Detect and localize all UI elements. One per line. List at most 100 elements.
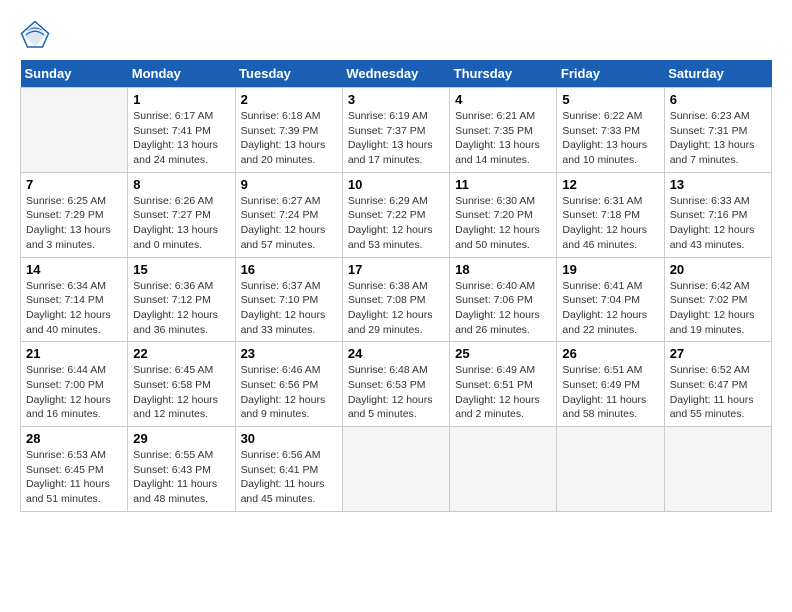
day-number: 8 xyxy=(133,177,229,192)
day-cell: 25 Sunrise: 6:49 AMSunset: 6:51 PMDayligh… xyxy=(450,342,557,427)
day-number: 30 xyxy=(241,431,337,446)
day-number: 14 xyxy=(26,262,122,277)
day-info: Sunrise: 6:40 AMSunset: 7:06 PMDaylight:… xyxy=(455,279,551,338)
day-info: Sunrise: 6:52 AMSunset: 6:47 PMDaylight:… xyxy=(670,363,766,422)
week-row-4: 21Sunrise: 6:44 AMSunset: 7:00 PMDayligh… xyxy=(21,342,772,427)
day-info: Sunrise: 6:44 AMSunset: 7:00 PMDaylight:… xyxy=(26,363,122,422)
day-number: 23 xyxy=(241,346,337,361)
day-cell xyxy=(557,427,664,512)
header-thursday: Thursday xyxy=(450,60,557,88)
day-cell: 3 Sunrise: 6:19 AMSunset: 7:37 PMDaylight… xyxy=(342,88,449,173)
day-info: Sunrise: 6:37 AMSunset: 7:10 PMDaylight:… xyxy=(241,279,337,338)
day-info: Sunrise: 6:21 AMSunset: 7:35 PMDaylight:… xyxy=(455,109,551,168)
day-cell: 14 Sunrise: 6:34 AMSunset: 7:14 PMDayligh… xyxy=(21,257,128,342)
day-info: Sunrise: 6:41 AMSunset: 7:04 PMDaylight:… xyxy=(562,279,658,338)
week-row-5: 28 Sunrise: 6:53 AMSunset: 6:45 PMDayligh… xyxy=(21,427,772,512)
logo xyxy=(20,20,55,50)
day-cell xyxy=(450,427,557,512)
day-number: 25 xyxy=(455,346,551,361)
day-cell xyxy=(342,427,449,512)
day-info: Sunrise: 6:38 AMSunset: 7:08 PMDaylight:… xyxy=(348,279,444,338)
day-cell: 23 Sunrise: 6:46 AMSunset: 6:56 PMDayligh… xyxy=(235,342,342,427)
day-number: 22 xyxy=(133,346,229,361)
day-info: Sunrise: 6:36 AMSunset: 7:12 PMDaylight:… xyxy=(133,279,229,338)
day-cell: 13Sunrise: 6:33 AMSunset: 7:16 PMDayligh… xyxy=(664,172,771,257)
day-cell: 19 Sunrise: 6:41 AMSunset: 7:04 PMDayligh… xyxy=(557,257,664,342)
day-cell xyxy=(21,88,128,173)
day-number: 2 xyxy=(241,92,337,107)
logo-icon xyxy=(20,20,50,50)
day-number: 1 xyxy=(133,92,229,107)
day-info: Sunrise: 6:46 AMSunset: 6:56 PMDaylight:… xyxy=(241,363,337,422)
week-row-1: 1 Sunrise: 6:17 AMSunset: 7:41 PMDaylight… xyxy=(21,88,772,173)
day-info: Sunrise: 6:49 AMSunset: 6:51 PMDaylight:… xyxy=(455,363,551,422)
day-cell: 30 Sunrise: 6:56 AMSunset: 6:41 PMDayligh… xyxy=(235,427,342,512)
day-info: Sunrise: 6:30 AMSunset: 7:20 PMDaylight:… xyxy=(455,194,551,253)
day-info: Sunrise: 6:23 AMSunset: 7:31 PMDaylight:… xyxy=(670,109,766,168)
day-info: Sunrise: 6:18 AMSunset: 7:39 PMDaylight:… xyxy=(241,109,337,168)
day-number: 12 xyxy=(562,177,658,192)
day-cell: 21Sunrise: 6:44 AMSunset: 7:00 PMDayligh… xyxy=(21,342,128,427)
day-number: 4 xyxy=(455,92,551,107)
day-info: Sunrise: 6:48 AMSunset: 6:53 PMDaylight:… xyxy=(348,363,444,422)
day-info: Sunrise: 6:17 AMSunset: 7:41 PMDaylight:… xyxy=(133,109,229,168)
day-cell: 27 Sunrise: 6:52 AMSunset: 6:47 PMDayligh… xyxy=(664,342,771,427)
day-number: 10 xyxy=(348,177,444,192)
day-info: Sunrise: 6:29 AMSunset: 7:22 PMDaylight:… xyxy=(348,194,444,253)
day-cell: 7 Sunrise: 6:25 AMSunset: 7:29 PMDaylight… xyxy=(21,172,128,257)
day-number: 19 xyxy=(562,262,658,277)
day-number: 17 xyxy=(348,262,444,277)
day-cell: 11 Sunrise: 6:30 AMSunset: 7:20 PMDayligh… xyxy=(450,172,557,257)
day-number: 28 xyxy=(26,431,122,446)
day-cell: 24 Sunrise: 6:48 AMSunset: 6:53 PMDayligh… xyxy=(342,342,449,427)
day-cell: 17 Sunrise: 6:38 AMSunset: 7:08 PMDayligh… xyxy=(342,257,449,342)
day-info: Sunrise: 6:45 AMSunset: 6:58 PMDaylight:… xyxy=(133,363,229,422)
day-cell: 28 Sunrise: 6:53 AMSunset: 6:45 PMDayligh… xyxy=(21,427,128,512)
day-info: Sunrise: 6:34 AMSunset: 7:14 PMDaylight:… xyxy=(26,279,122,338)
day-number: 3 xyxy=(348,92,444,107)
day-number: 16 xyxy=(241,262,337,277)
day-cell: 12 Sunrise: 6:31 AMSunset: 7:18 PMDayligh… xyxy=(557,172,664,257)
day-number: 29 xyxy=(133,431,229,446)
header-monday: Monday xyxy=(128,60,235,88)
day-cell: 22 Sunrise: 6:45 AMSunset: 6:58 PMDayligh… xyxy=(128,342,235,427)
day-cell xyxy=(664,427,771,512)
day-cell: 5Sunrise: 6:22 AMSunset: 7:33 PMDaylight… xyxy=(557,88,664,173)
day-number: 7 xyxy=(26,177,122,192)
day-number: 15 xyxy=(133,262,229,277)
day-cell: 16 Sunrise: 6:37 AMSunset: 7:10 PMDayligh… xyxy=(235,257,342,342)
header-friday: Friday xyxy=(557,60,664,88)
calendar-table: SundayMondayTuesdayWednesdayThursdayFrid… xyxy=(20,60,772,512)
day-info: Sunrise: 6:25 AMSunset: 7:29 PMDaylight:… xyxy=(26,194,122,253)
header-sunday: Sunday xyxy=(21,60,128,88)
day-cell: 18 Sunrise: 6:40 AMSunset: 7:06 PMDayligh… xyxy=(450,257,557,342)
day-cell: 29 Sunrise: 6:55 AMSunset: 6:43 PMDayligh… xyxy=(128,427,235,512)
day-number: 11 xyxy=(455,177,551,192)
day-cell: 8 Sunrise: 6:26 AMSunset: 7:27 PMDaylight… xyxy=(128,172,235,257)
day-number: 13 xyxy=(670,177,766,192)
day-info: Sunrise: 6:26 AMSunset: 7:27 PMDaylight:… xyxy=(133,194,229,253)
header-tuesday: Tuesday xyxy=(235,60,342,88)
day-number: 20 xyxy=(670,262,766,277)
day-number: 24 xyxy=(348,346,444,361)
day-info: Sunrise: 6:53 AMSunset: 6:45 PMDaylight:… xyxy=(26,448,122,507)
day-info: Sunrise: 6:19 AMSunset: 7:37 PMDaylight:… xyxy=(348,109,444,168)
day-info: Sunrise: 6:51 AMSunset: 6:49 PMDaylight:… xyxy=(562,363,658,422)
day-info: Sunrise: 6:42 AMSunset: 7:02 PMDaylight:… xyxy=(670,279,766,338)
day-info: Sunrise: 6:27 AMSunset: 7:24 PMDaylight:… xyxy=(241,194,337,253)
day-cell: 2 Sunrise: 6:18 AMSunset: 7:39 PMDaylight… xyxy=(235,88,342,173)
day-number: 9 xyxy=(241,177,337,192)
header-wednesday: Wednesday xyxy=(342,60,449,88)
day-info: Sunrise: 6:31 AMSunset: 7:18 PMDaylight:… xyxy=(562,194,658,253)
day-number: 6 xyxy=(670,92,766,107)
day-number: 27 xyxy=(670,346,766,361)
header-saturday: Saturday xyxy=(664,60,771,88)
day-cell: 10 Sunrise: 6:29 AMSunset: 7:22 PMDayligh… xyxy=(342,172,449,257)
day-info: Sunrise: 6:22 AMSunset: 7:33 PMDaylight:… xyxy=(562,109,658,168)
day-info: Sunrise: 6:56 AMSunset: 6:41 PMDaylight:… xyxy=(241,448,337,507)
day-cell: 4 Sunrise: 6:21 AMSunset: 7:35 PMDaylight… xyxy=(450,88,557,173)
day-info: Sunrise: 6:55 AMSunset: 6:43 PMDaylight:… xyxy=(133,448,229,507)
day-number: 18 xyxy=(455,262,551,277)
day-cell: 26Sunrise: 6:51 AMSunset: 6:49 PMDayligh… xyxy=(557,342,664,427)
day-cell: 9 Sunrise: 6:27 AMSunset: 7:24 PMDaylight… xyxy=(235,172,342,257)
